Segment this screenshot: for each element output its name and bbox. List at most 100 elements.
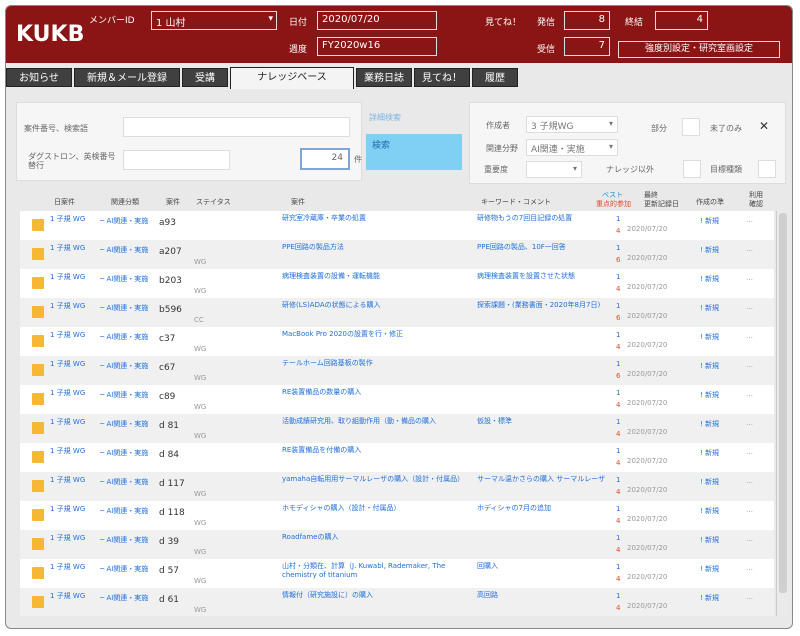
table-row[interactable]: 1 子規 WG ─ AI関連・実施 b203 WG 病理検査装置の設備・運転機能 病理検査…: [20, 269, 774, 298]
table-row[interactable]: 1 子規 WG ─ AI関連・実施 d 84 RE装置備品を付備の購入 2020/07/…: [20, 443, 774, 472]
tab-lecture[interactable]: 受講: [182, 68, 228, 87]
row-keywords[interactable]: 仮設・標準: [477, 417, 607, 426]
row-title[interactable]: RE装置備品を付備の購入: [282, 446, 472, 455]
row-category[interactable]: ─ AI関連・実施: [100, 245, 160, 255]
importance-select[interactable]: [526, 161, 582, 178]
row-category[interactable]: ─ AI関連・実施: [100, 535, 160, 545]
row-owner[interactable]: 1 子規 WG: [50, 505, 90, 514]
table-row[interactable]: 1 子規 WG ─ AI関連・実施 d 57 WG 山村・分類在、計算（J. Kuwab…: [20, 559, 774, 588]
row-owner[interactable]: 1 子規 WG: [50, 418, 90, 427]
rank-checkbox[interactable]: [758, 160, 776, 178]
knowledge-checkbox[interactable]: [683, 160, 701, 178]
row-best-count[interactable]: 1: [616, 387, 624, 399]
row-checkbox[interactable]: [32, 480, 44, 492]
row-title[interactable]: 山村・分類在、計算（J. Kuwabl, Rademaker, The chem…: [282, 562, 472, 580]
scrollbar-thumb[interactable]: [779, 213, 787, 593]
row-new-link[interactable]: ! 新規: [700, 419, 750, 429]
tab-work-log[interactable]: 業務日誌: [356, 68, 412, 87]
row-best-count[interactable]: 1: [616, 503, 624, 515]
th-usage[interactable]: 利用: [749, 191, 763, 199]
row-checkbox[interactable]: [32, 422, 44, 434]
table-row[interactable]: 1 子規 WG ─ AI関連・実施 d 118 WG ホモディシャの購入（設計・付属品）…: [20, 501, 774, 530]
row-checkbox[interactable]: [32, 393, 44, 405]
th-last[interactable]: 最終: [644, 191, 658, 199]
row-category[interactable]: ─ AI関連・実施: [100, 303, 160, 313]
row-title[interactable]: Roadfameの購入: [282, 533, 472, 542]
row-best-count[interactable]: 1: [616, 590, 624, 602]
author-select[interactable]: 3 子規WG: [526, 116, 618, 133]
row-best-count[interactable]: 1: [616, 300, 624, 312]
sent-count[interactable]: 8: [564, 11, 610, 30]
table-row[interactable]: 1 子規 WG ─ AI関連・実施 d 117 WG yamaha自転用用サーマルレーザ…: [20, 472, 774, 501]
keyword-input[interactable]: [123, 150, 230, 170]
row-checkbox[interactable]: [32, 335, 44, 347]
row-category[interactable]: ─ AI関連・実施: [100, 274, 160, 284]
row-priority-count[interactable]: 6: [616, 370, 624, 382]
table-row[interactable]: 1 子規 WG ─ AI関連・実施 a207 WG PPE回路の製品方法 PPE回路の製品…: [20, 240, 774, 269]
row-checkbox[interactable]: [32, 451, 44, 463]
row-priority-count[interactable]: 4: [616, 515, 624, 527]
row-owner[interactable]: 1 子規 WG: [50, 331, 90, 340]
result-count-input[interactable]: 24: [300, 148, 350, 170]
row-owner[interactable]: 1 子規 WG: [50, 476, 90, 485]
close-x-icon[interactable]: ✕: [759, 119, 769, 133]
row-best-count[interactable]: 1: [616, 416, 624, 428]
tab-knowledge-base[interactable]: ナレッジベース: [230, 67, 354, 89]
row-new-link[interactable]: ! 新規: [700, 564, 750, 574]
row-owner[interactable]: 1 子規 WG: [50, 563, 90, 572]
row-owner[interactable]: 1 子規 WG: [50, 534, 90, 543]
search-button[interactable]: 検索: [366, 134, 462, 170]
th-priority[interactable]: 重点的参加: [596, 200, 631, 208]
row-keywords[interactable]: ホディシャの7月の追加: [477, 504, 607, 513]
row-priority-count[interactable]: 4: [616, 399, 624, 411]
period-field[interactable]: FY2020w16: [317, 37, 437, 56]
row-keywords[interactable]: 探索課題・(業務書面・2020年8月7日): [477, 301, 607, 310]
row-category[interactable]: ─ AI関連・実施: [100, 448, 160, 458]
row-best-count[interactable]: 1: [616, 358, 624, 370]
row-title[interactable]: PPE回路の製品方法: [282, 243, 472, 252]
th-owner[interactable]: 日案件: [54, 198, 75, 206]
row-priority-count[interactable]: 4: [616, 341, 624, 353]
row-owner[interactable]: 1 子規 WG: [50, 389, 90, 398]
row-category[interactable]: ─ AI関連・実施: [100, 506, 160, 516]
row-checkbox[interactable]: [32, 248, 44, 260]
table-row[interactable]: 1 子規 WG ─ AI関連・実施 c89 WG RE装置備品の数量の購入 2020/07…: [20, 385, 774, 414]
row-title[interactable]: 活動成績研究用、取り組動作用（動・備品の購入: [282, 417, 472, 426]
row-title[interactable]: RE装置備品の数量の購入: [282, 388, 472, 397]
th-title[interactable]: 案件: [291, 198, 305, 206]
row-priority-count[interactable]: 4: [616, 225, 624, 237]
public-checkbox[interactable]: [682, 118, 700, 136]
row-checkbox[interactable]: [32, 306, 44, 318]
row-category[interactable]: ─ AI関連・実施: [100, 361, 160, 371]
row-keywords[interactable]: 回購入: [477, 562, 607, 571]
row-title[interactable]: テールホーム回路基板の製作: [282, 359, 472, 368]
row-best-count[interactable]: 1: [616, 213, 624, 225]
row-new-link[interactable]: ! 新規: [700, 477, 750, 487]
row-keywords[interactable]: 高回路: [477, 591, 607, 600]
row-checkbox[interactable]: [32, 538, 44, 550]
row-owner[interactable]: 1 子規 WG: [50, 273, 90, 282]
settings-button[interactable]: 強度別設定・研究室画設定: [618, 41, 780, 58]
row-new-link[interactable]: ! 新規: [700, 274, 750, 284]
row-checkbox[interactable]: [32, 277, 44, 289]
row-priority-count[interactable]: 4: [616, 283, 624, 295]
row-best-count[interactable]: 1: [616, 242, 624, 254]
row-owner[interactable]: 1 子規 WG: [50, 215, 90, 224]
row-new-link[interactable]: ! 新規: [700, 361, 750, 371]
row-best-count[interactable]: 1: [616, 561, 624, 573]
done-count[interactable]: 4: [655, 11, 708, 30]
row-category[interactable]: ─ AI関連・実施: [100, 216, 160, 226]
table-row[interactable]: 1 子規 WG ─ AI関連・実施 d 81 WG 活動成績研究用、取り組動作用（動・備…: [20, 414, 774, 443]
recv-count[interactable]: 7: [564, 37, 610, 56]
row-new-link[interactable]: ! 新規: [700, 303, 750, 313]
table-row[interactable]: 1 子規 WG ─ AI関連・実施 c67 WG テールホーム回路基板の製作 2020/0…: [20, 356, 774, 385]
tab-news[interactable]: お知らせ: [6, 68, 72, 87]
row-priority-count[interactable]: 6: [616, 312, 624, 324]
row-new-link[interactable]: ! 新規: [700, 216, 750, 226]
row-new-link[interactable]: ! 新規: [700, 535, 750, 545]
row-owner[interactable]: 1 子規 WG: [50, 360, 90, 369]
row-best-count[interactable]: 1: [616, 474, 624, 486]
row-new-link[interactable]: ! 新規: [700, 506, 750, 516]
tab-history[interactable]: 履歴: [472, 68, 518, 87]
tab-register[interactable]: 新規＆メール登録: [74, 68, 180, 87]
